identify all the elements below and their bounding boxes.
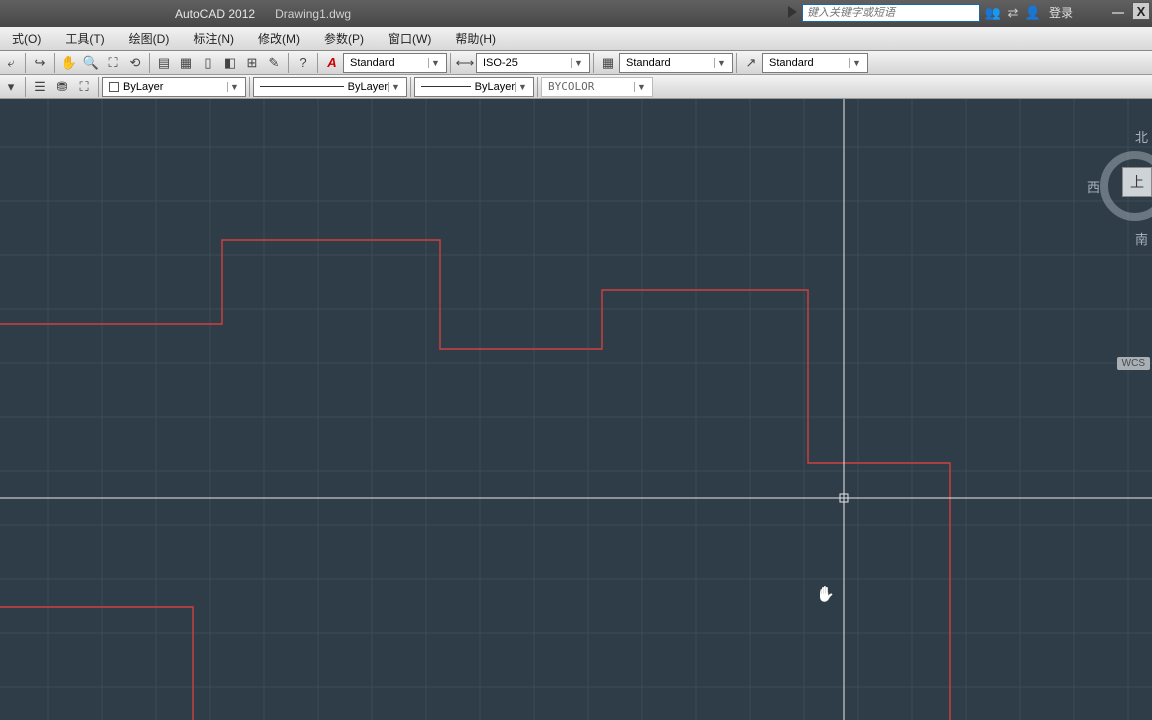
layer-tool-icon[interactable]: ⛶ (73, 76, 95, 98)
redo-icon[interactable]: ↪ (29, 52, 51, 74)
binoculars-icon[interactable]: 👥 (985, 5, 1001, 21)
minimize-icon[interactable] (1112, 12, 1124, 14)
tool-palettes-icon[interactable]: ▯ (197, 52, 219, 74)
menu-format[interactable]: 式(O) (0, 30, 53, 47)
login-button[interactable]: 登录 (1049, 4, 1073, 21)
pan-icon[interactable]: ✋ (58, 52, 80, 74)
layer-dropdown-icon[interactable]: ▾ (0, 76, 22, 98)
title-bar: AutoCAD 2012 Drawing1.dwg 👥 ⇄ 👤 登录 X (0, 0, 1152, 27)
linetype-combo[interactable]: ByLayer▼ (253, 77, 407, 97)
sheet-set-icon[interactable]: ▦ (175, 52, 197, 74)
drawing-canvas[interactable]: ✋ X 北 西 南 上 WCS (0, 99, 1152, 720)
layer-properties-icon[interactable]: ☰ (29, 76, 51, 98)
design-center-icon[interactable]: ⊞ (241, 52, 263, 74)
table-style-icon[interactable]: ▦ (597, 52, 619, 74)
pan-cursor-icon: ✋ (816, 585, 835, 603)
menu-bar: 式(O) 工具(T) 绘图(D) 标注(N) 修改(M) 参数(P) 窗口(W)… (0, 27, 1152, 51)
wcs-badge[interactable]: WCS (1117, 357, 1150, 370)
toolbar-row-1: ⤶ ↪ ✋ 🔍 ⛶ ⟲ ▤ ▦ ▯ ◧ ⊞ ✎ ? A Standard▼ ⟷ … (0, 51, 1152, 75)
menu-help[interactable]: 帮助(H) (443, 30, 508, 47)
crosshair-cursor (0, 99, 1152, 720)
menu-dimension[interactable]: 标注(N) (181, 30, 246, 47)
help-icon[interactable]: ? (292, 52, 314, 74)
document-name: Drawing1.dwg (275, 7, 351, 21)
play-icon (788, 6, 797, 18)
mleader-style-combo[interactable]: Standard▼ (762, 53, 868, 73)
menu-modify[interactable]: 修改(M) (246, 30, 312, 47)
undo-dropdown-icon[interactable]: ⤶ (0, 52, 22, 74)
zoom-window-icon[interactable]: ⛶ (102, 52, 124, 74)
user-icon[interactable]: 👤 (1025, 5, 1041, 21)
markup-icon[interactable]: ✎ (263, 52, 285, 74)
mleader-style-icon[interactable]: ↗ (740, 52, 762, 74)
menu-parametric[interactable]: 参数(P) (312, 30, 376, 47)
text-style-combo[interactable]: Standard▼ (343, 53, 447, 73)
lineweight-combo[interactable]: ByLayer▼ (414, 77, 534, 97)
zoom-icon[interactable]: 🔍 (80, 52, 102, 74)
zoom-previous-icon[interactable]: ⟲ (124, 52, 146, 74)
plot-style-combo[interactable]: BYCOLOR▼ (541, 77, 653, 97)
menu-window[interactable]: 窗口(W) (376, 30, 443, 47)
clean-screen-icon[interactable]: ◧ (219, 52, 241, 74)
layer-states-icon[interactable]: ⛃ (51, 76, 73, 98)
search-input[interactable] (802, 4, 980, 22)
exchange-icon[interactable]: ⇄ (1005, 5, 1021, 21)
app-name: AutoCAD 2012 (175, 7, 255, 21)
table-style-combo[interactable]: Standard▼ (619, 53, 733, 73)
close-icon[interactable]: X (1132, 2, 1150, 20)
dim-style-combo[interactable]: ISO-25▼ (476, 53, 590, 73)
menu-draw[interactable]: 绘图(D) (117, 30, 182, 47)
properties-icon[interactable]: ▤ (153, 52, 175, 74)
toolbar-row-2: ▾ ☰ ⛃ ⛶ ByLayer▼ ByLayer▼ ByLayer▼ BYCOL… (0, 75, 1152, 99)
text-style-icon[interactable]: A (321, 52, 343, 74)
layer-combo[interactable]: ByLayer▼ (102, 77, 246, 97)
menu-tools[interactable]: 工具(T) (53, 30, 116, 47)
dim-style-icon[interactable]: ⟷ (454, 52, 476, 74)
